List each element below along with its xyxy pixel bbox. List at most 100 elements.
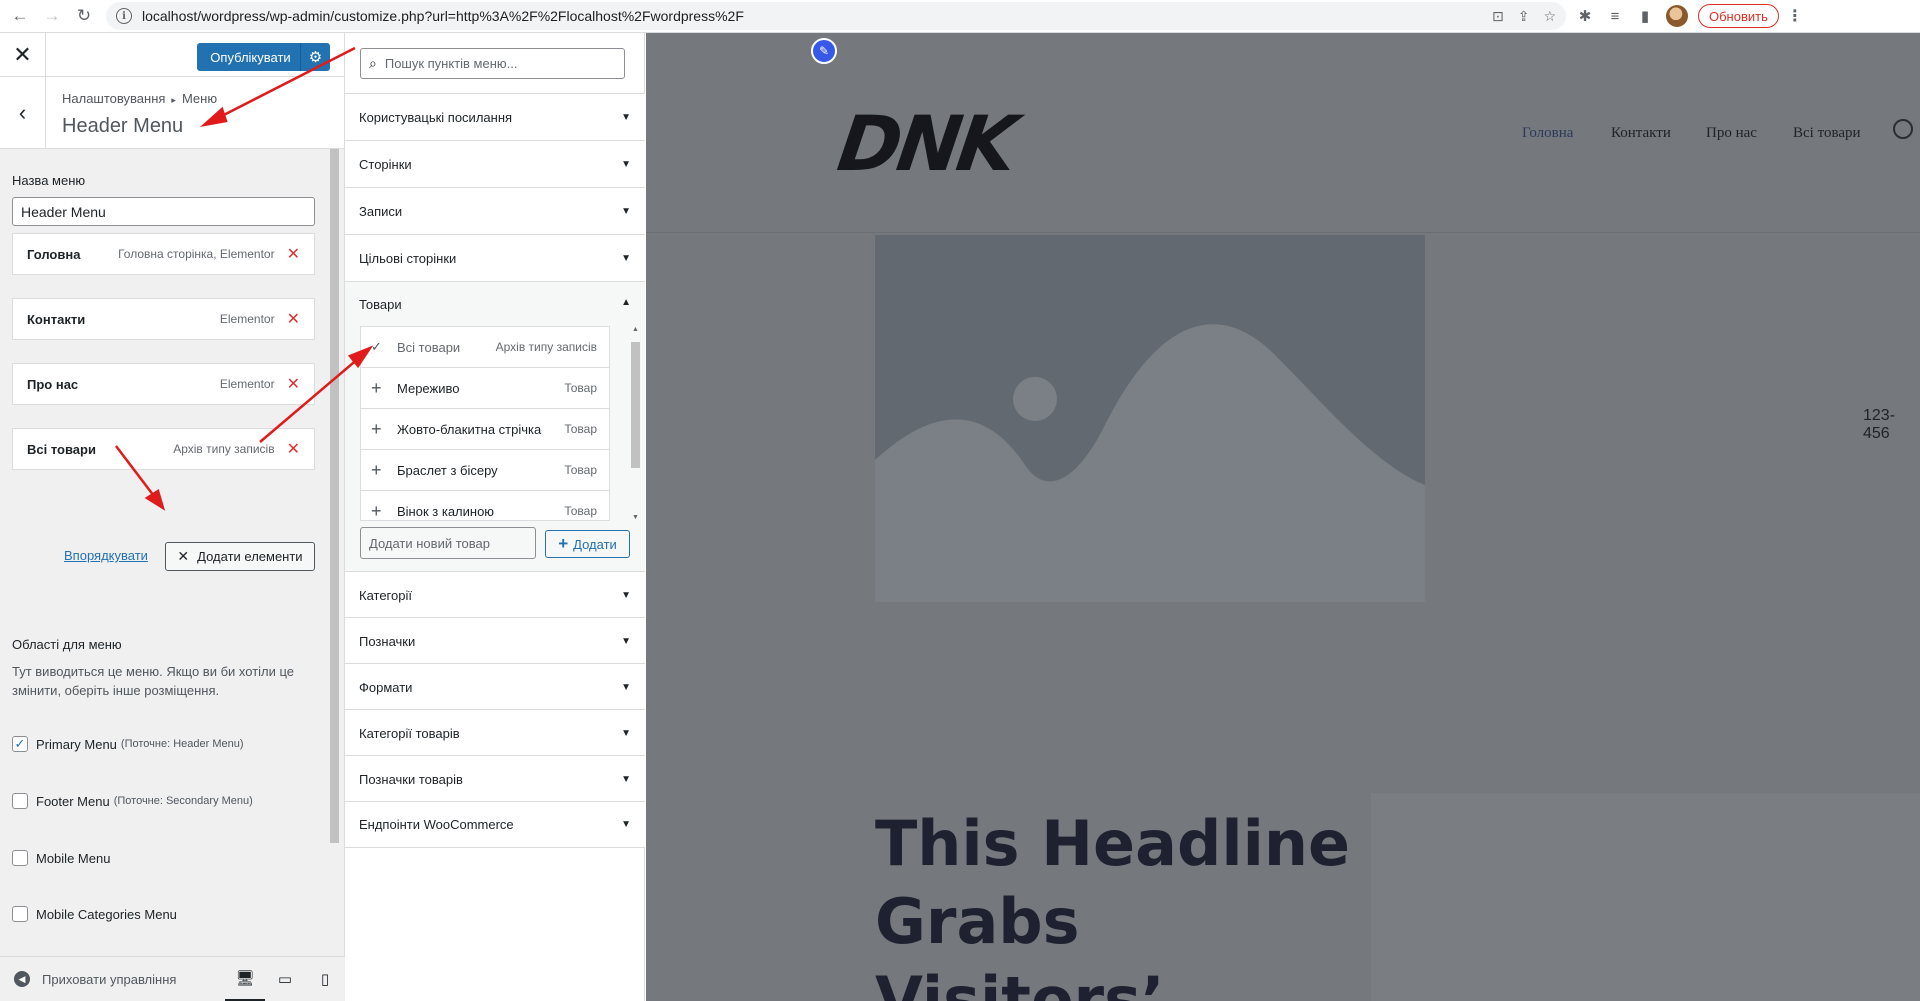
- site-logo[interactable]: DNK: [833, 99, 1019, 188]
- checkbox-checked-icon[interactable]: ✓: [12, 736, 28, 752]
- nav-link-all-products[interactable]: Всі товари: [1793, 125, 1861, 142]
- accordion-tags[interactable]: Позначки ▼: [345, 617, 645, 664]
- profile-avatar[interactable]: [1666, 5, 1688, 27]
- accordion-product-tags[interactable]: Позначки товарів ▼: [345, 755, 645, 802]
- location-primary-menu[interactable]: ✓ Primary Menu (Поточне: Header Menu): [12, 736, 244, 752]
- customizer-footer: ◀ Приховати управління 🖥 ▭ ▯: [0, 956, 345, 1001]
- desktop-preview-icon[interactable]: 🖥: [225, 957, 265, 1001]
- extensions-icon[interactable]: ✱: [1574, 5, 1596, 27]
- list-item[interactable]: + Браслет з бісеру Товар: [361, 450, 609, 491]
- checkbox-icon[interactable]: [12, 793, 28, 809]
- accordion-landing-pages[interactable]: Цільові сторінки ▼: [345, 234, 645, 281]
- tablet-preview-icon[interactable]: ▭: [265, 957, 305, 1001]
- menu-name-label: Назва меню: [12, 173, 86, 188]
- products-scrollbar[interactable]: ▲ ▼: [629, 326, 642, 521]
- location-mobile-menu[interactable]: Mobile Menu: [12, 850, 110, 866]
- list-item[interactable]: + Мереживо Товар: [361, 368, 609, 409]
- menu-item[interactable]: Всі товари Архів типу записів ✕: [12, 428, 315, 470]
- browser-menu-icon[interactable]: ⋮: [1787, 6, 1803, 26]
- accordion-woocommerce-endpoints[interactable]: Ендпоінти WooCommerce ▼: [345, 801, 645, 848]
- scroll-down-icon[interactable]: ▼: [632, 514, 639, 521]
- accordion-label: Ендпоінти WooCommerce: [359, 817, 514, 832]
- search-icon: ⌕: [369, 55, 377, 71]
- scrollbar-thumb[interactable]: [330, 149, 339, 843]
- remove-item-icon[interactable]: ✕: [287, 439, 300, 459]
- accordion-label: Товари: [359, 297, 402, 312]
- back-arrow-icon[interactable]: ←: [8, 4, 32, 28]
- check-icon: ✓: [371, 339, 382, 354]
- translate-icon[interactable]: ⊡: [1492, 8, 1504, 25]
- hero-side-block: [1371, 793, 1920, 1001]
- accordion-custom-links[interactable]: Користувацькі посилання ▼: [345, 93, 645, 140]
- new-product-input[interactable]: Додати новий товар: [360, 527, 536, 559]
- publish-label: Опублікувати: [210, 49, 291, 65]
- add-product-button[interactable]: + Додати: [545, 530, 630, 558]
- site-info-icon[interactable]: i: [116, 8, 132, 24]
- address-bar[interactable]: i localhost/wordpress/wp-admin/customize…: [106, 2, 1566, 30]
- product-name: Вінок з калиною: [397, 503, 495, 519]
- list-item[interactable]: ✓ Всі товари Архів типу записів: [361, 327, 609, 368]
- reload-icon[interactable]: ↻: [72, 4, 96, 28]
- add-items-button[interactable]: ✕ Додати елементи: [165, 542, 315, 571]
- accordion-formats[interactable]: Формати ▼: [345, 663, 645, 710]
- close-icon[interactable]: ✕: [0, 32, 46, 77]
- menu-item[interactable]: Головна Головна сторінка, Elementor ✕: [12, 233, 315, 275]
- hide-controls-icon[interactable]: ◀: [14, 971, 30, 987]
- back-chevron-icon[interactable]: ‹: [0, 77, 46, 149]
- menu-locations-title: Області для меню: [12, 637, 122, 652]
- update-button[interactable]: Обновить: [1698, 4, 1779, 28]
- hide-controls-button[interactable]: Приховати управління: [42, 972, 176, 987]
- menu-name-input[interactable]: Header Menu: [12, 197, 315, 226]
- browser-toolbar: ← → ↻ i localhost/wordpress/wp-admin/cus…: [0, 0, 1920, 33]
- mobile-preview-icon[interactable]: ▯: [305, 957, 345, 1001]
- accordion-label: Цільові сторінки: [359, 250, 457, 266]
- share-icon[interactable]: ⇪: [1518, 8, 1530, 25]
- caret-down-icon: ▼: [621, 589, 631, 601]
- scroll-up-icon[interactable]: ▲: [632, 326, 639, 333]
- location-mobile-categories-menu[interactable]: Mobile Categories Menu: [12, 906, 177, 922]
- location-footer-menu[interactable]: Footer Menu (Поточне: Secondary Menu): [12, 793, 253, 809]
- list-item[interactable]: + Жовто-блакитна стрічка Товар: [361, 409, 609, 450]
- bookmark-star-icon[interactable]: ☆: [1543, 8, 1556, 25]
- edit-shortcut-pencil-icon[interactable]: ✎: [811, 38, 837, 64]
- list-item[interactable]: + Вінок з калиною Товар: [361, 491, 609, 521]
- nav-link-about[interactable]: Про нас: [1706, 125, 1757, 142]
- publish-button[interactable]: Опублікувати ⚙: [197, 43, 330, 71]
- caret-down-icon: ▼: [621, 158, 631, 170]
- accordion-product-categories[interactable]: Категорії товарів ▼: [345, 709, 645, 756]
- menu-item[interactable]: Контакти Elementor ✕: [12, 298, 315, 340]
- gear-icon[interactable]: ⚙: [300, 43, 330, 71]
- accordion-categories[interactable]: Категорії ▼: [345, 571, 645, 618]
- nav-link-home[interactable]: Головна: [1522, 125, 1573, 142]
- remove-item-icon[interactable]: ✕: [287, 244, 300, 264]
- forward-arrow-icon[interactable]: →: [40, 4, 64, 28]
- search-icon[interactable]: [1893, 119, 1913, 139]
- checkbox-icon[interactable]: [12, 850, 28, 866]
- accordion-label: Сторінки: [359, 156, 412, 172]
- accordion-label: Категорії: [359, 587, 412, 603]
- remove-item-icon[interactable]: ✕: [287, 374, 300, 394]
- accordion-posts[interactable]: Записи ▼: [345, 187, 645, 234]
- nav-link-contacts[interactable]: Контакти: [1611, 125, 1671, 142]
- accordion-pages[interactable]: Сторінки ▼: [345, 140, 645, 187]
- checkbox-icon[interactable]: [12, 906, 28, 922]
- side-panel-icon[interactable]: ▮: [1634, 5, 1656, 27]
- location-name: Footer Menu: [36, 793, 110, 809]
- customizer-controls: ✕ Опублікувати ⚙ ‹ Налаштовування ▸ Меню H…: [0, 32, 345, 1001]
- plus-icon: +: [371, 377, 382, 398]
- reading-list-icon[interactable]: ≡: [1604, 5, 1626, 27]
- accordion-label: Позначки товарів: [359, 771, 463, 787]
- menu-item[interactable]: Про нас Elementor ✕: [12, 363, 315, 405]
- search-input[interactable]: ⌕ Пошук пунктів меню...: [360, 48, 625, 79]
- scrollbar-thumb[interactable]: [631, 342, 640, 468]
- caret-down-icon: ▼: [621, 252, 631, 264]
- remove-item-icon[interactable]: ✕: [287, 309, 300, 329]
- reorder-link[interactable]: Впорядкувати: [64, 548, 148, 563]
- panel-scrollbar[interactable]: ▼: [328, 149, 341, 981]
- product-type: Товар: [564, 422, 597, 436]
- caret-down-icon: ▼: [621, 727, 631, 739]
- location-name: Primary Menu: [36, 736, 117, 752]
- product-name: Всі товари: [397, 339, 461, 355]
- hero-headline: This Headline Grabs Visitors’: [875, 807, 1351, 1001]
- plus-icon: +: [371, 459, 382, 480]
